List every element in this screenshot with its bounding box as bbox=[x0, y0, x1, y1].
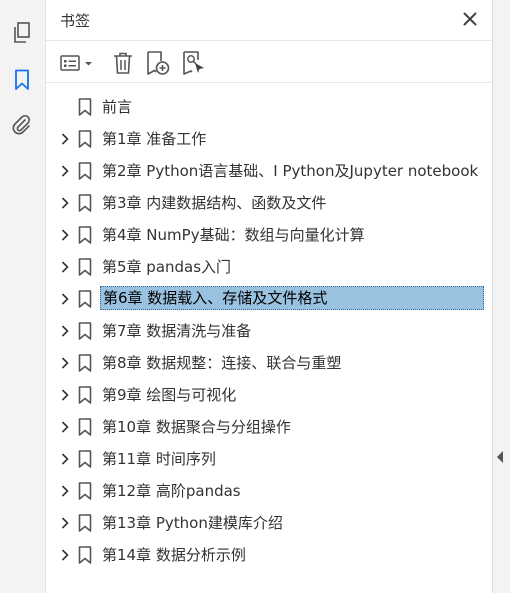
options-menu-button[interactable] bbox=[60, 49, 96, 77]
bookmark-item[interactable]: 第4章 NumPy基础：数组与向量化计算 bbox=[46, 219, 492, 251]
bookmark-icon bbox=[78, 98, 92, 116]
bookmark-icon[interactable] bbox=[9, 67, 35, 93]
chevron-right-icon[interactable] bbox=[59, 261, 71, 273]
bookmark-item[interactable]: 第10章 数据聚合与分组操作 bbox=[46, 411, 492, 443]
bookmark-label: 第2章 Python语言基础、I Python及Jupyter notebook bbox=[102, 162, 479, 180]
bookmark-item[interactable]: 第8章 数据规整：连接、联合与重塑 bbox=[46, 347, 492, 379]
bookmark-label: 第11章 时间序列 bbox=[102, 450, 216, 468]
bookmark-label: 第13章 Python建模库介绍 bbox=[102, 514, 283, 532]
chevron-right-icon[interactable] bbox=[59, 485, 71, 497]
bookmark-icon bbox=[78, 354, 92, 372]
bookmark-item[interactable]: 第3章 内建数据结构、函数及文件 bbox=[46, 187, 492, 219]
bookmarks-panel: 书签 前言 第1章 准备工作 第2章 Python语言基础、I Python及J… bbox=[46, 0, 493, 593]
chevron-right-icon[interactable] bbox=[59, 549, 71, 561]
bookmark-label: 前言 bbox=[102, 98, 133, 116]
chevron-right-icon[interactable] bbox=[59, 133, 71, 145]
chevron-right-icon[interactable] bbox=[59, 421, 71, 433]
bookmark-item[interactable]: 第12章 高阶pandas bbox=[46, 475, 492, 507]
bookmark-label: 第1章 准备工作 bbox=[102, 130, 207, 148]
bookmark-label: 第9章 绘图与可视化 bbox=[102, 386, 237, 404]
trash-icon bbox=[114, 52, 132, 74]
bookmark-icon bbox=[78, 418, 92, 436]
bookmark-icon bbox=[78, 130, 92, 148]
new-bookmark-button[interactable] bbox=[144, 49, 172, 77]
bookmark-label: 第14章 数据分析示例 bbox=[102, 546, 246, 564]
bookmark-item[interactable]: 第14章 数据分析示例 bbox=[46, 539, 492, 571]
delete-bookmark-button[interactable] bbox=[110, 49, 136, 77]
bookmark-icon bbox=[78, 386, 92, 404]
find-bookmark-icon bbox=[183, 51, 204, 75]
bookmark-item[interactable]: 第1章 准备工作 bbox=[46, 123, 492, 155]
bookmark-label: 第8章 数据规整：连接、联合与重塑 bbox=[102, 354, 342, 372]
bookmark-icon bbox=[78, 450, 92, 468]
bookmark-label: 第4章 NumPy基础：数组与向量化计算 bbox=[102, 226, 365, 244]
find-bookmark-button[interactable] bbox=[180, 49, 208, 77]
paperclip-icon[interactable] bbox=[9, 112, 35, 138]
bookmark-item[interactable]: 第11章 时间序列 bbox=[46, 443, 492, 475]
panel-header: 书签 bbox=[46, 0, 492, 41]
bookmark-label: 第12章 高阶pandas bbox=[102, 482, 241, 500]
bookmark-icon bbox=[78, 162, 92, 180]
chevron-right-icon[interactable] bbox=[59, 389, 71, 401]
bookmark-label: 第3章 内建数据结构、函数及文件 bbox=[102, 194, 327, 212]
bookmark-icon bbox=[78, 258, 92, 276]
bookmark-item[interactable]: 第6章 数据载入、存储及文件格式 bbox=[46, 283, 492, 315]
chevron-right-icon[interactable] bbox=[59, 453, 71, 465]
bookmark-item[interactable]: 第7章 数据清洗与准备 bbox=[46, 315, 492, 347]
bookmark-toolbar bbox=[46, 44, 492, 83]
chevron-right-icon[interactable] bbox=[59, 293, 71, 305]
bookmark-icon bbox=[78, 322, 92, 340]
pages-icon[interactable] bbox=[9, 20, 35, 46]
bookmark-item[interactable]: 第9章 绘图与可视化 bbox=[46, 379, 492, 411]
collapse-arrow-icon[interactable] bbox=[497, 451, 503, 463]
bookmark-label: 第5章 pandas入门 bbox=[102, 258, 232, 276]
close-icon bbox=[463, 12, 477, 26]
bookmark-label: 第10章 数据聚合与分组操作 bbox=[102, 418, 291, 436]
chevron-right-icon[interactable] bbox=[59, 357, 71, 369]
list-options-icon bbox=[60, 55, 92, 71]
bookmark-icon bbox=[78, 546, 92, 564]
bookmark-item[interactable]: 前言 bbox=[46, 91, 492, 123]
chevron-right-icon[interactable] bbox=[59, 229, 71, 241]
bookmark-icon bbox=[78, 226, 92, 244]
bookmark-label: 第6章 数据载入、存储及文件格式 bbox=[100, 286, 484, 310]
chevron-right-icon[interactable] bbox=[59, 325, 71, 337]
chevron-right-icon[interactable] bbox=[59, 517, 71, 529]
panel-title: 书签 bbox=[60, 12, 91, 30]
bookmark-label: 第7章 数据清洗与准备 bbox=[102, 322, 252, 340]
bookmark-icon bbox=[78, 482, 92, 500]
bookmark-item[interactable]: 第5章 pandas入门 bbox=[46, 251, 492, 283]
bookmark-icon bbox=[78, 514, 92, 532]
bookmark-item[interactable]: 第2章 Python语言基础、I Python及Jupyter notebook bbox=[46, 155, 492, 187]
bookmark-item[interactable]: 第13章 Python建模库介绍 bbox=[46, 507, 492, 539]
bookmark-tree: 前言第1章 准备工作第2章 Python语言基础、I Python及Jupyte… bbox=[46, 91, 492, 571]
chevron-right-icon[interactable] bbox=[59, 197, 71, 209]
close-button[interactable] bbox=[462, 11, 478, 27]
bookmark-icon bbox=[78, 290, 92, 308]
bookmark-icon bbox=[78, 194, 92, 212]
navigation-rail bbox=[0, 0, 46, 593]
chevron-right-icon[interactable] bbox=[59, 165, 71, 177]
new-bookmark-icon bbox=[147, 51, 170, 75]
panel-collapse-strip bbox=[493, 0, 510, 593]
